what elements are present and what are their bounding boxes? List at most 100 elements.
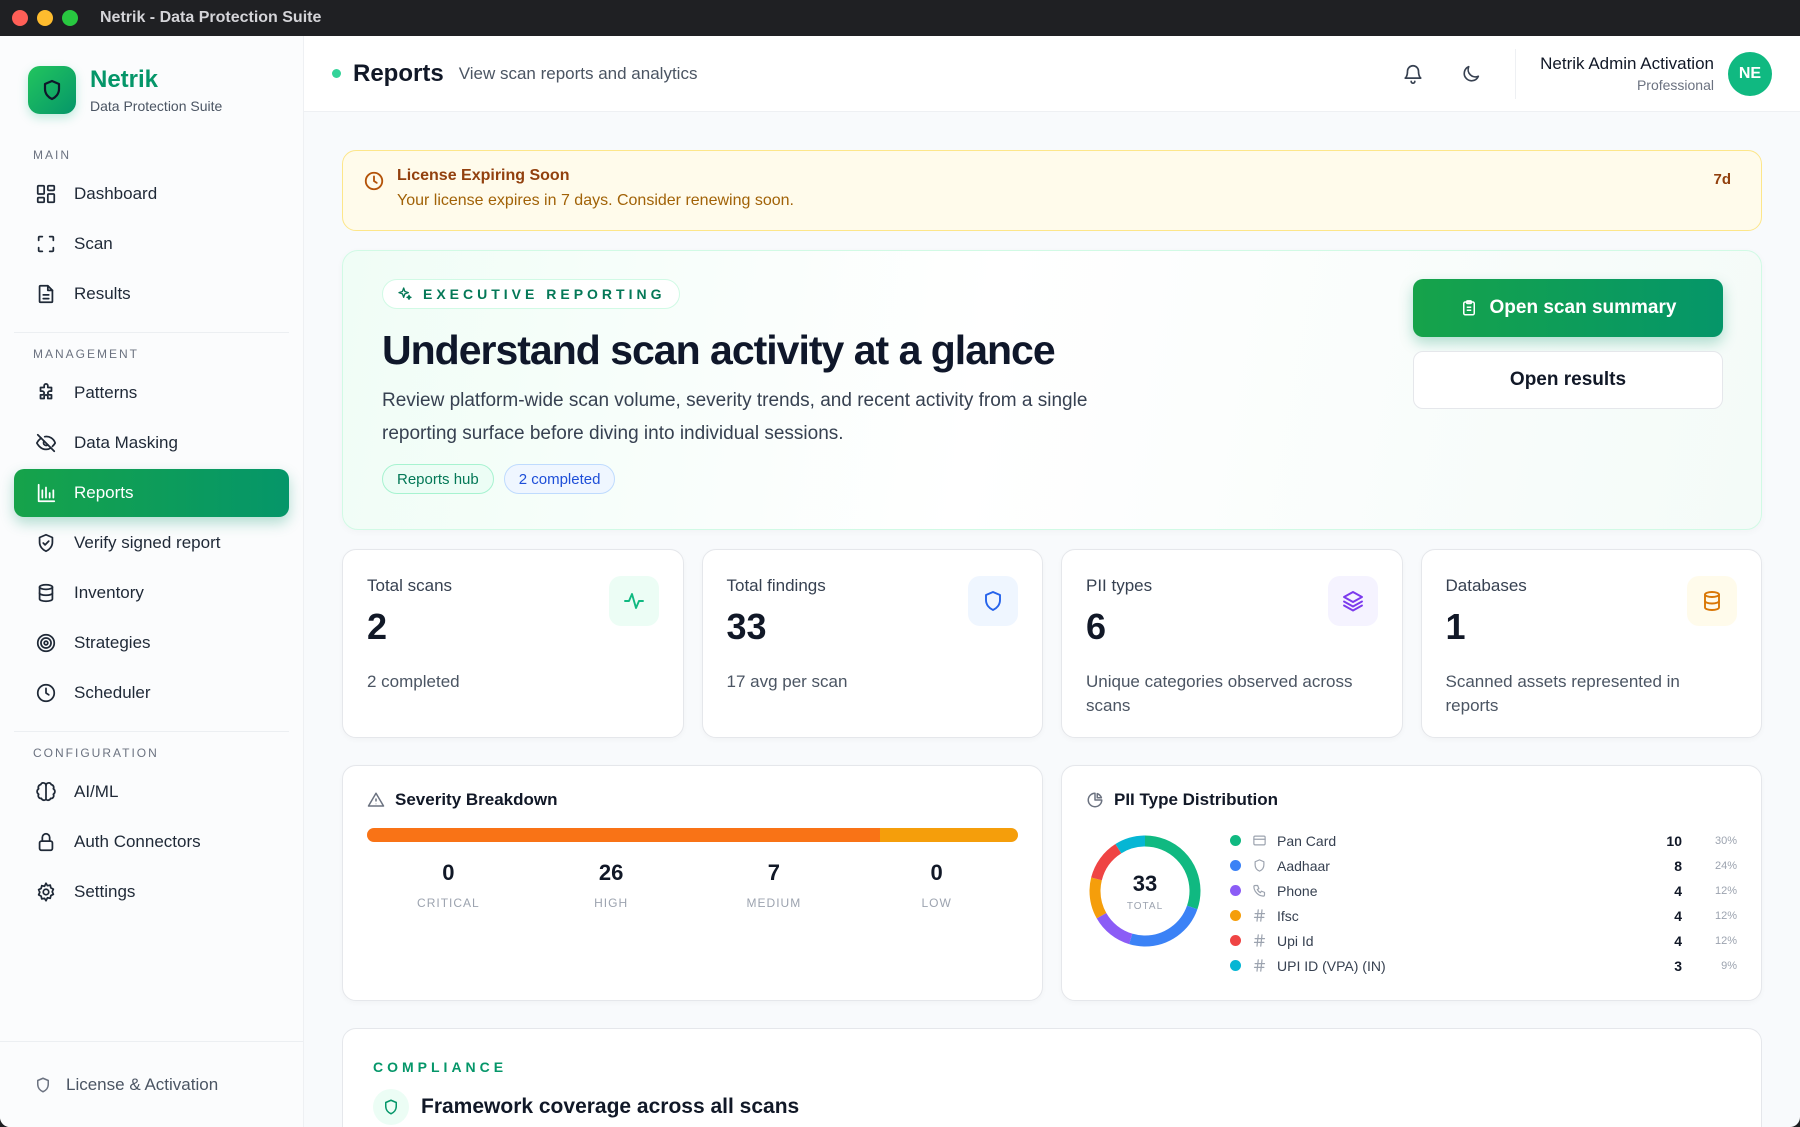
open-results-button[interactable]: Open results	[1413, 351, 1723, 409]
pii-title: PII Type Distribution	[1114, 790, 1279, 809]
page-subtitle: View scan reports and analytics	[458, 63, 698, 83]
stat-card-pii-types: PII types 6 Unique categories observed acr…	[1061, 549, 1403, 738]
target-icon	[34, 631, 58, 655]
severity-low: 0 LOW	[855, 860, 1018, 910]
pii-row-aadhaar: Aadhaar 8 24%	[1230, 853, 1737, 878]
database-icon	[34, 581, 58, 605]
close-window-button[interactable]	[12, 10, 28, 26]
license-activation-link[interactable]: License & Activation	[0, 1041, 303, 1127]
sidebar-item-label: Patterns	[74, 383, 138, 402]
sidebar-item-verify-signed-report[interactable]: Verify signed report	[14, 519, 289, 567]
user-plan: Professional	[1636, 77, 1714, 93]
days-remaining-badge: 7d	[1713, 171, 1731, 188]
bell-icon	[1404, 64, 1422, 84]
legend-dot	[1230, 960, 1241, 971]
severity-bar	[367, 828, 1018, 842]
shield-icon	[1251, 858, 1267, 873]
pii-percent: 24%	[1714, 859, 1737, 872]
maximize-window-button[interactable]	[62, 10, 78, 26]
sidebar-item-label: Auth Connectors	[74, 832, 201, 851]
sidebar-item-label: Dashboard	[74, 184, 158, 203]
brand[interactable]: Netrik Data Protection Suite	[0, 36, 303, 134]
brand-name: Netrik	[90, 66, 159, 93]
sidebar-item-data-masking[interactable]: Data Masking	[14, 419, 289, 467]
pii-label: UPI ID (VPA) (IN)	[1277, 957, 1386, 974]
sidebar-item-scheduler[interactable]: Scheduler	[14, 669, 289, 717]
pie-chart-icon	[1086, 791, 1104, 809]
shield-icon	[373, 1089, 409, 1125]
hero-card: EXECUTIVE REPORTING Understand scan acti…	[342, 250, 1762, 530]
sidebar-item-reports[interactable]: Reports	[14, 469, 289, 517]
sparkles-icon	[397, 286, 413, 302]
pii-count: 3	[1674, 957, 1682, 974]
sidebar-item-label: Inventory	[74, 583, 144, 602]
page-title: Reports	[353, 59, 444, 87]
pii-count: 8	[1674, 857, 1682, 874]
dashboard-icon	[34, 182, 58, 206]
clock-icon	[363, 170, 385, 197]
sidebar-item-patterns[interactable]: Patterns	[14, 369, 289, 417]
brand-subtitle: Data Protection Suite	[90, 98, 223, 114]
shield-icon	[968, 576, 1018, 626]
window-title: Netrik - Data Protection Suite	[100, 9, 322, 26]
nav-divider	[14, 332, 289, 333]
sidebar-item-auth-connectors[interactable]: Auth Connectors	[14, 818, 289, 866]
user-menu[interactable]: Netrik Admin Activation Professional NE	[1515, 48, 1772, 99]
pii-percent: 30%	[1714, 834, 1737, 847]
pii-percent: 12%	[1714, 909, 1737, 922]
stat-card-total-scans: Total scans 2 2 completed	[342, 549, 684, 738]
pii-donut-chart: 33 TOTAL	[1086, 832, 1204, 950]
sidebar-item-label: Strategies	[74, 633, 151, 652]
hash-icon	[1251, 933, 1267, 948]
pii-count: 10	[1666, 832, 1682, 849]
avatar[interactable]: NE	[1728, 51, 1772, 96]
hash-icon	[1251, 958, 1267, 973]
compliance-title: Framework coverage across all scans	[421, 1095, 800, 1118]
stat-card-databases: Databases 1 Scanned assets represented in …	[1420, 549, 1762, 738]
open-scan-summary-button[interactable]: Open scan summary	[1413, 279, 1723, 337]
compliance-panel: COMPLIANCE Framework coverage across all…	[342, 1028, 1762, 1127]
minimize-window-button[interactable]	[37, 10, 53, 26]
sidebar-item-inventory[interactable]: Inventory	[14, 569, 289, 617]
nav-section-label: MANAGEMENT	[33, 347, 140, 361]
window-titlebar: Netrik - Data Protection Suite	[0, 0, 1800, 36]
severity-title: Severity Breakdown	[395, 790, 558, 809]
completed-count-tag: 2 completed	[503, 464, 616, 494]
sidebar-item-label: Verify signed report	[74, 533, 221, 552]
sidebar-item-label: Scan	[74, 234, 113, 253]
sidebar-item-settings[interactable]: Settings	[14, 868, 289, 916]
layers-icon	[1327, 576, 1378, 626]
pii-label: Phone	[1277, 882, 1318, 899]
lock-icon	[34, 830, 58, 854]
severity-count: 26	[598, 860, 624, 885]
theme-toggle-button[interactable]	[1451, 54, 1491, 94]
pii-percent: 9%	[1721, 959, 1737, 972]
reports-hub-tag: Reports hub	[382, 464, 494, 494]
sidebar-item-label: Data Masking	[74, 433, 178, 452]
clock-icon	[34, 681, 58, 705]
sidebar-item-ai-ml[interactable]: AI/ML	[14, 768, 289, 816]
sidebar-item-scan[interactable]: Scan	[14, 220, 289, 268]
severity-breakdown-panel: Severity Breakdown 0 CRITICAL 26 HIGH 7 MEDIU…	[342, 765, 1043, 1001]
card-icon	[1251, 833, 1267, 848]
pii-percent: 12%	[1714, 884, 1737, 897]
stat-note: Scanned assets represented in reports	[1445, 672, 1680, 715]
hero-eyebrow: EXECUTIVE REPORTING	[382, 279, 681, 309]
pii-label: Ifsc	[1277, 907, 1299, 924]
moon-icon	[1463, 65, 1480, 82]
sidebar-item-results[interactable]: Results	[14, 270, 289, 318]
hero-description: Review platform-wide scan volume, severi…	[382, 390, 1088, 444]
legend-dot	[1230, 935, 1241, 946]
sidebar-item-dashboard[interactable]: Dashboard	[14, 170, 289, 218]
user-name: Netrik Admin Activation	[1540, 54, 1714, 73]
clipboard-icon	[1460, 299, 1478, 317]
stat-card-total-findings: Total findings 33 17 avg per scan	[701, 549, 1043, 738]
legend-dot	[1230, 910, 1241, 921]
donut-total-label: TOTAL	[1126, 900, 1164, 912]
severity-label: MEDIUM	[746, 896, 802, 910]
pii-row-upi-id: Upi Id 4 12%	[1230, 928, 1737, 953]
notifications-button[interactable]	[1393, 54, 1433, 94]
pii-distribution-panel: PII Type Distribution 33 TOTAL Pan Card 1…	[1061, 765, 1762, 1001]
eye-off-icon	[34, 431, 58, 455]
sidebar-item-strategies[interactable]: Strategies	[14, 619, 289, 667]
